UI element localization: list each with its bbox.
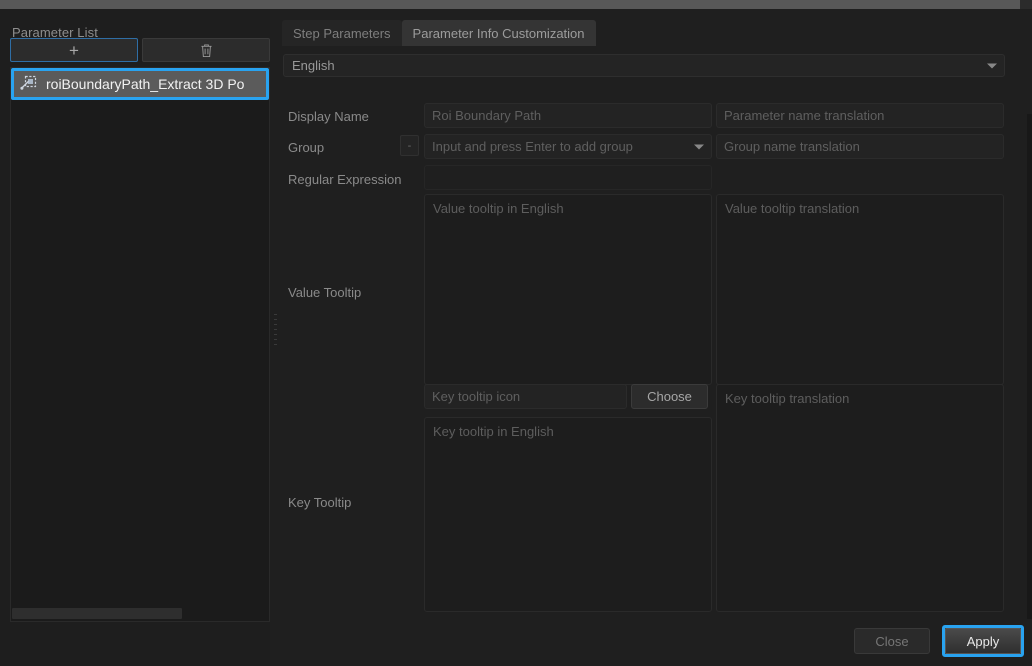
key-tooltip-translation-textarea[interactable]: Key tooltip translation <box>716 384 1004 612</box>
chevron-down-icon <box>987 63 997 68</box>
display-name-label: Display Name <box>288 109 369 124</box>
tab-step-parameters[interactable]: Step Parameters <box>282 20 402 46</box>
trash-icon <box>200 43 212 57</box>
key-tooltip-textarea[interactable]: Key tooltip in English <box>424 417 712 612</box>
list-horizontal-scrollbar-thumb[interactable] <box>12 608 182 619</box>
choose-icon-button[interactable]: Choose <box>631 384 708 409</box>
regular-expression-label: Regular Expression <box>288 172 402 187</box>
dialog-window: Parameter List + roiBoundaryPath_Extract <box>0 0 1032 666</box>
display-name-translation-input[interactable]: Parameter name translation <box>716 103 1004 128</box>
tab-strip: Step Parameters Parameter Info Customiza… <box>282 20 596 46</box>
regular-expression-input[interactable] <box>424 165 712 190</box>
parameter-list-box[interactable]: roiBoundaryPath_Extract 3D Po <box>10 67 270 622</box>
close-button[interactable]: Close <box>854 628 930 654</box>
language-select-value: English <box>292 58 335 73</box>
display-name-input[interactable]: Roi Boundary Path <box>424 103 712 128</box>
key-tooltip-placeholder: Key tooltip in English <box>433 424 554 439</box>
right-panel-vertical-scrollbar[interactable] <box>1027 114 1032 619</box>
plus-icon: + <box>69 40 79 60</box>
value-tooltip-translation-placeholder: Value tooltip translation <box>725 201 860 216</box>
value-tooltip-textarea[interactable]: Value tooltip in English <box>424 194 712 385</box>
group-remove-button[interactable]: - <box>400 135 419 156</box>
choose-icon-button-label: Choose <box>647 389 692 404</box>
key-tooltip-label: Key Tooltip <box>288 495 352 510</box>
apply-button-label: Apply <box>966 633 1000 649</box>
key-tooltip-translation-placeholder: Key tooltip translation <box>725 391 850 406</box>
marquee-select-icon <box>20 75 37 90</box>
parameter-info-panel: Step Parameters Parameter Info Customiza… <box>278 9 1032 666</box>
group-remove-button-label: - <box>407 139 412 152</box>
apply-button-focus-ring: Apply <box>942 625 1024 657</box>
close-button-label: Close <box>875 633 909 649</box>
title-bar <box>0 0 1020 9</box>
group-translation-placeholder: Group name translation <box>724 139 860 154</box>
add-parameter-button[interactable]: + <box>10 38 138 62</box>
parameter-list-toolbar: + <box>10 38 270 62</box>
value-tooltip-translation-textarea[interactable]: Value tooltip translation <box>716 194 1004 385</box>
key-tooltip-icon-placeholder: Key tooltip icon <box>432 389 521 404</box>
tab-parameter-info-customization-label: Parameter Info Customization <box>412 25 585 41</box>
parameter-list-panel: Parameter List + roiBoundaryPath_Extract <box>0 9 280 666</box>
chevron-down-icon <box>694 144 704 149</box>
language-select[interactable]: English <box>283 54 1005 77</box>
delete-parameter-button[interactable] <box>142 38 270 62</box>
list-item[interactable]: roiBoundaryPath_Extract 3D Po <box>11 68 269 100</box>
key-tooltip-icon-input[interactable]: Key tooltip icon <box>424 384 627 409</box>
display-name-translation-placeholder: Parameter name translation <box>724 108 885 123</box>
tab-step-parameters-label: Step Parameters <box>293 25 391 41</box>
display-name-value: Roi Boundary Path <box>432 108 542 123</box>
splitter-grip-icon <box>274 314 277 348</box>
group-combo[interactable]: Input and press Enter to add group <box>424 134 712 159</box>
group-combo-placeholder: Input and press Enter to add group <box>432 139 633 154</box>
value-tooltip-label: Value Tooltip <box>288 285 362 300</box>
list-item-label: roiBoundaryPath_Extract 3D Po <box>46 76 245 92</box>
apply-button[interactable]: Apply <box>945 628 1021 654</box>
group-translation-input[interactable]: Group name translation <box>716 134 1004 159</box>
group-label: Group <box>288 140 325 155</box>
value-tooltip-placeholder: Value tooltip in English <box>433 201 564 216</box>
title-bar-right-gap <box>1020 0 1032 9</box>
tab-parameter-info-customization[interactable]: Parameter Info Customization <box>401 20 596 46</box>
